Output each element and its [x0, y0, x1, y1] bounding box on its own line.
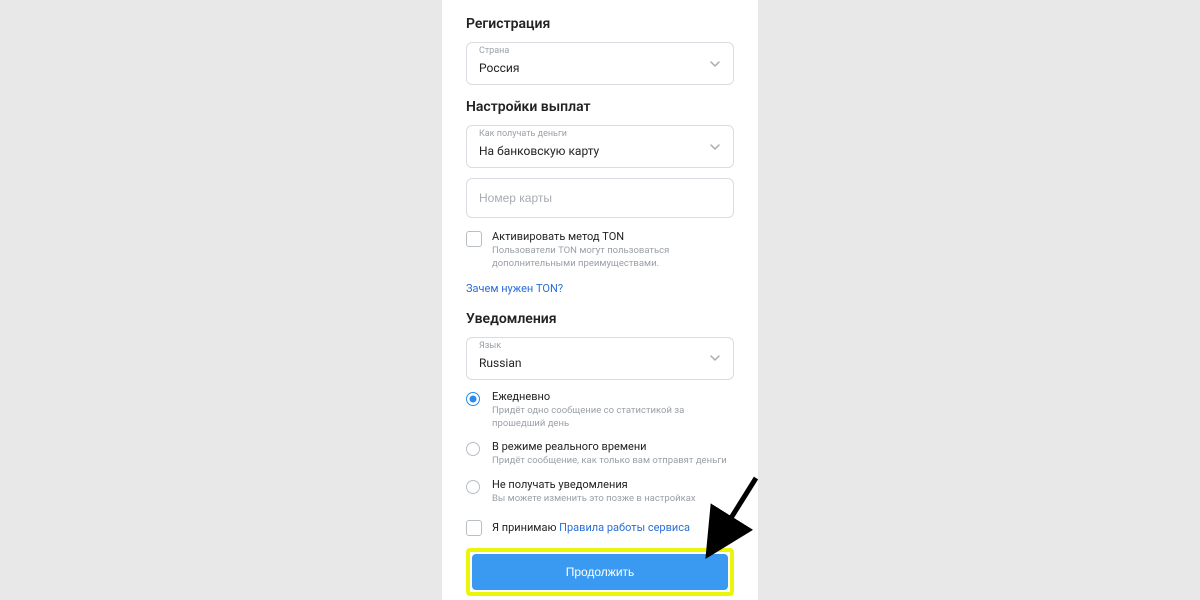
payout-method-label: Как получать деньги — [479, 129, 567, 139]
card-number-input[interactable] — [466, 178, 734, 218]
chevron-down-icon — [709, 58, 721, 70]
terms-row: Я принимаю Правила работы сервиса — [466, 519, 734, 536]
radio-none-desc: Вы можете изменить это позже в настройка… — [492, 493, 734, 505]
notification-option-none[interactable]: Не получать уведомления Вы можете измени… — [466, 478, 734, 506]
language-value: Russian — [479, 356, 521, 370]
radio-none-title: Не получать уведомления — [492, 478, 734, 492]
country-select[interactable]: Страна Россия — [466, 42, 734, 85]
radio-realtime[interactable] — [466, 442, 480, 456]
terms-checkbox[interactable] — [466, 520, 482, 536]
country-label: Страна — [479, 46, 509, 56]
ton-title: Активировать метод TON — [492, 230, 734, 244]
radio-daily[interactable] — [466, 392, 480, 406]
chevron-down-icon — [709, 141, 721, 153]
radio-realtime-desc: Придёт сообщение, как только вам отправя… — [492, 455, 734, 467]
terms-text: Я принимаю Правила работы сервиса — [492, 521, 690, 534]
radio-daily-title: Ежедневно — [492, 390, 734, 404]
language-select[interactable]: Язык Russian — [466, 337, 734, 380]
registration-card: Регистрация Страна Россия Настройки выпл… — [442, 0, 758, 600]
ton-desc: Пользователи TON могут пользоваться допо… — [492, 245, 734, 271]
ton-info-link[interactable]: Зачем нужен TON? — [466, 282, 563, 295]
language-label: Язык — [479, 341, 501, 351]
ton-checkbox[interactable] — [466, 231, 482, 247]
terms-prefix: Я принимаю — [492, 521, 559, 534]
radio-daily-desc: Придёт одно сообщение со статистикой за … — [492, 405, 734, 430]
continue-highlight: Продолжить — [466, 548, 734, 596]
ton-text: Активировать метод TON Пользователи TON … — [492, 230, 734, 271]
country-value: Россия — [479, 61, 519, 75]
terms-link[interactable]: Правила работы сервиса — [559, 521, 690, 534]
payout-title: Настройки выплат — [466, 99, 734, 115]
registration-title: Регистрация — [466, 16, 734, 32]
notification-option-realtime[interactable]: В режиме реального времени Придёт сообще… — [466, 440, 734, 468]
notifications-title: Уведомления — [466, 311, 734, 327]
ton-checkbox-row: Активировать метод TON Пользователи TON … — [466, 230, 734, 271]
radio-none[interactable] — [466, 480, 480, 494]
continue-button[interactable]: Продолжить — [472, 554, 728, 590]
radio-realtime-title: В режиме реального времени — [492, 440, 734, 454]
chevron-down-icon — [709, 352, 721, 364]
payout-method-select[interactable]: Как получать деньги На банковскую карту — [466, 125, 734, 168]
notification-option-daily[interactable]: Ежедневно Придёт одно сообщение со стати… — [466, 390, 734, 430]
payout-method-value: На банковскую карту — [479, 144, 599, 158]
